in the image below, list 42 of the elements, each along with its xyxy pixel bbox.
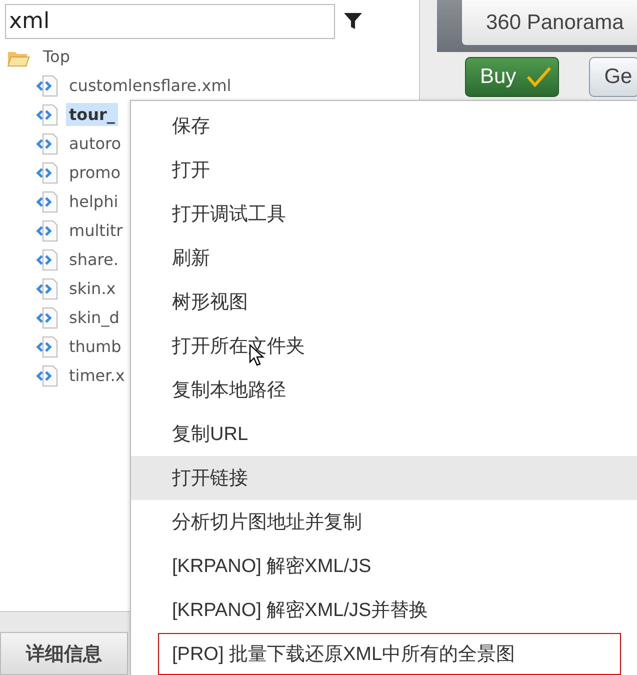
menu-item[interactable]: 保存 [131, 104, 637, 148]
tree-item[interactable]: autoro [66, 132, 124, 155]
menu-item[interactable]: 刷新 [131, 236, 637, 280]
code-file-icon [36, 74, 58, 96]
menu-item[interactable]: 树形视图 [131, 280, 637, 324]
tree-item[interactable]: helphi [66, 190, 122, 213]
code-file-icon [36, 306, 58, 328]
tree-item[interactable]: Top [40, 45, 73, 68]
check-icon [526, 66, 552, 88]
code-file-icon [36, 132, 58, 154]
tree-item[interactable]: customlensflare.xml [66, 74, 234, 97]
toolbar-button[interactable]: Ge [589, 57, 637, 97]
code-file-icon [36, 364, 58, 386]
code-file-icon [36, 104, 58, 126]
code-file-icon [36, 162, 58, 184]
tree-item[interactable]: skin.x [66, 277, 119, 300]
menu-item[interactable]: [KRPANO] 解密XML/JS并替换 [131, 588, 637, 632]
search-field[interactable]: xml [5, 4, 335, 38]
tree-item[interactable]: timer.x [66, 364, 128, 387]
tree-item[interactable]: thumb [66, 335, 124, 358]
menu-item[interactable]: 打开 [131, 148, 637, 192]
tree-item[interactable]: promo [66, 161, 124, 184]
menu-item[interactable]: 打开调试工具 [131, 192, 637, 236]
menu-item[interactable]: 打开链接 [131, 456, 637, 500]
tree-item[interactable]: tour_ [66, 103, 118, 126]
code-file-icon [36, 220, 58, 242]
filter-icon [343, 11, 363, 31]
code-file-icon [36, 248, 58, 270]
details-button[interactable]: 详细信息 [0, 632, 128, 675]
menu-item[interactable]: 复制本地路径 [131, 368, 637, 412]
title-button[interactable]: 360 Panorama [462, 0, 637, 45]
code-file-icon [36, 336, 58, 358]
tree-item[interactable]: multitr [66, 219, 126, 242]
buy-button[interactable]: Buy [465, 57, 560, 97]
menu-item[interactable]: [PRO] 批量下载还原XML中所有的全景图 [131, 632, 637, 675]
tree-item[interactable]: skin_d [66, 306, 122, 329]
menu-item[interactable]: 分析切片图地址并复制 [131, 500, 637, 544]
tree-item[interactable]: share. [66, 248, 122, 271]
menu-item[interactable]: 复制URL [131, 412, 637, 456]
code-file-icon [36, 278, 58, 300]
menu-item[interactable]: [KRPANO] 解密XML/JS [131, 544, 637, 588]
code-file-icon [36, 190, 58, 212]
